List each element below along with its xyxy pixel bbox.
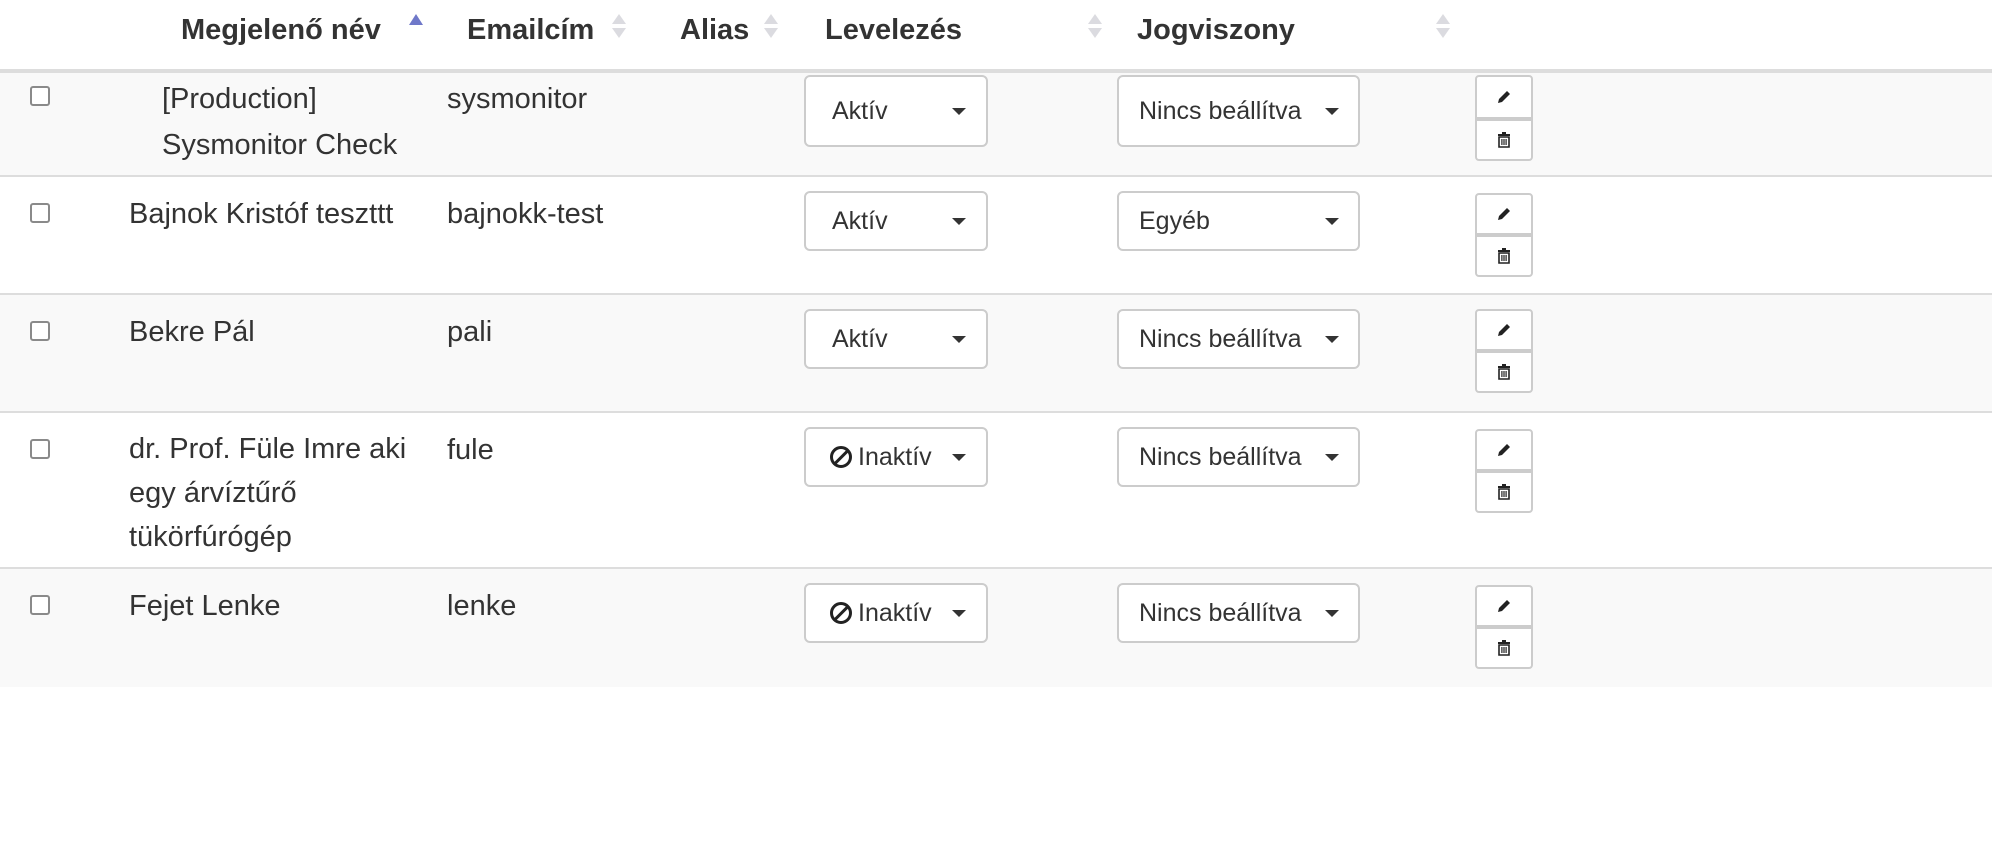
sort-icon[interactable] <box>1088 14 1102 40</box>
display-name-line: Fejet Lenke <box>129 590 281 622</box>
delete-button[interactable] <box>1475 351 1533 393</box>
caret-down-icon <box>1325 335 1339 343</box>
edit-button[interactable] <box>1475 585 1533 627</box>
edit-button[interactable] <box>1475 75 1533 119</box>
caret-down-icon <box>1325 217 1339 225</box>
employment-dropdown[interactable]: Nincs beállítva <box>1117 75 1360 147</box>
table-row: Bekre Pál pali Aktív Nincs beállítva <box>0 295 1992 413</box>
delete-button[interactable] <box>1475 235 1533 277</box>
trash-icon <box>1498 484 1510 500</box>
column-header-email-label: Emailcím <box>467 13 595 46</box>
display-name-line: Sysmonitor Check <box>162 129 398 161</box>
trash-icon <box>1498 640 1510 656</box>
caret-down-icon <box>952 107 966 115</box>
pencil-icon <box>1498 91 1510 103</box>
table-row: Fejet Lenke lenke Inaktív Nincs beállítv… <box>0 569 1992 687</box>
email-cell: pali <box>447 316 493 348</box>
employment-label: Nincs beállítva <box>1139 96 1302 125</box>
row-select-checkbox[interactable] <box>30 595 50 615</box>
sort-asc-icon[interactable] <box>409 14 423 40</box>
mailing-status-label: Inaktív <box>858 598 932 627</box>
row-select-checkbox[interactable] <box>30 321 50 341</box>
employment-label: Nincs beállítva <box>1139 598 1302 627</box>
column-header-employment-label: Jogviszony <box>1137 13 1295 46</box>
mailing-status-label-wrap: Inaktív <box>830 443 932 472</box>
delete-button[interactable] <box>1475 119 1533 161</box>
mailing-status-dropdown[interactable]: Aktív <box>804 191 988 251</box>
users-table: Megjelenő név Emailcím Alias Levelezés J… <box>0 0 1992 863</box>
trash-icon <box>1498 364 1510 380</box>
mailing-status-dropdown[interactable]: Aktív <box>804 309 988 369</box>
display-name: Fejet Lenke <box>129 583 481 629</box>
employment-dropdown[interactable]: Egyéb <box>1117 191 1360 251</box>
employment-label: Egyéb <box>1139 206 1210 235</box>
email-cell: bajnokk-test <box>447 198 604 230</box>
table-row: dr. Prof. Füle Imre aki egy árvíztűrő tü… <box>0 413 1992 569</box>
mailing-status-dropdown[interactable]: Aktív <box>804 75 988 147</box>
pencil-icon <box>1498 324 1510 336</box>
display-name-line: Bekre Pál <box>129 316 255 348</box>
caret-down-icon <box>1325 453 1339 461</box>
mailing-status-label: Aktív <box>832 206 888 235</box>
ban-icon <box>830 445 852 468</box>
email-cell: lenke <box>447 590 517 622</box>
caret-down-icon <box>1325 107 1339 115</box>
pencil-icon <box>1498 208 1510 220</box>
row-select-checkbox[interactable] <box>30 86 50 106</box>
caret-down-icon <box>952 453 966 461</box>
mailing-status-label: Aktív <box>832 324 888 353</box>
delete-button[interactable] <box>1475 627 1533 669</box>
delete-button[interactable] <box>1475 471 1533 513</box>
mailing-status-label: Aktív <box>832 96 888 125</box>
mailing-status-label-wrap: Inaktív <box>830 599 932 628</box>
row-select-checkbox[interactable] <box>30 203 50 223</box>
sort-icon[interactable] <box>1436 14 1450 40</box>
pencil-icon <box>1498 600 1510 612</box>
caret-down-icon <box>952 335 966 343</box>
employment-label: Nincs beállítva <box>1139 442 1302 471</box>
column-header-name-label: Megjelenő név <box>181 13 381 46</box>
mailing-status-label: Inaktív <box>858 442 932 471</box>
column-header-name[interactable]: Megjelenő név <box>181 0 381 60</box>
column-header-alias[interactable]: Alias <box>680 0 749 60</box>
edit-button[interactable] <box>1475 193 1533 235</box>
sort-icon[interactable] <box>612 14 626 40</box>
employment-dropdown[interactable]: Nincs beállítva <box>1117 427 1360 487</box>
column-header-mailing-label: Levelezés <box>825 13 963 46</box>
edit-button[interactable] <box>1475 429 1533 471</box>
display-name: Bekre Pál <box>129 309 481 355</box>
display-name: dr. Prof. Füle Imre aki egy árvíztűrő tü… <box>129 427 481 559</box>
email-cell: sysmonitor <box>447 83 588 115</box>
column-header-employment[interactable]: Jogviszony <box>1137 0 1295 60</box>
mailing-status-dropdown[interactable]: Inaktív <box>804 427 988 487</box>
column-header-alias-label: Alias <box>680 13 750 46</box>
column-header-email[interactable]: Emailcím <box>467 0 594 60</box>
table-row: [Production] Sysmonitor Check sysmonitor… <box>0 73 1992 177</box>
pencil-icon <box>1498 444 1510 456</box>
table-header: Megjelenő név Emailcím Alias Levelezés J… <box>0 0 1992 73</box>
row-select-checkbox[interactable] <box>30 439 50 459</box>
table-row: Bajnok Kristóf teszttt bajnokk-test Aktí… <box>0 177 1992 295</box>
email-cell: fule <box>447 434 494 466</box>
column-header-mailing[interactable]: Levelezés <box>825 0 962 60</box>
caret-down-icon <box>952 609 966 617</box>
ban-icon <box>830 601 852 624</box>
display-name: Bajnok Kristóf teszttt <box>129 191 481 237</box>
sort-icon[interactable] <box>764 14 778 40</box>
trash-icon <box>1498 248 1510 264</box>
mailing-status-dropdown[interactable]: Inaktív <box>804 583 988 643</box>
trash-icon <box>1498 132 1510 148</box>
display-name-line: tükörfúrógép <box>129 521 292 553</box>
display-name-line: egy árvíztűrő <box>129 477 297 509</box>
employment-dropdown[interactable]: Nincs beállítva <box>1117 583 1360 643</box>
caret-down-icon <box>1325 609 1339 617</box>
employment-label: Nincs beállítva <box>1139 324 1302 353</box>
edit-button[interactable] <box>1475 309 1533 351</box>
display-name-line: dr. Prof. Füle Imre aki <box>129 433 407 465</box>
display-name-line: Bajnok Kristóf teszttt <box>129 198 394 230</box>
caret-down-icon <box>952 217 966 225</box>
employment-dropdown[interactable]: Nincs beállítva <box>1117 309 1360 369</box>
